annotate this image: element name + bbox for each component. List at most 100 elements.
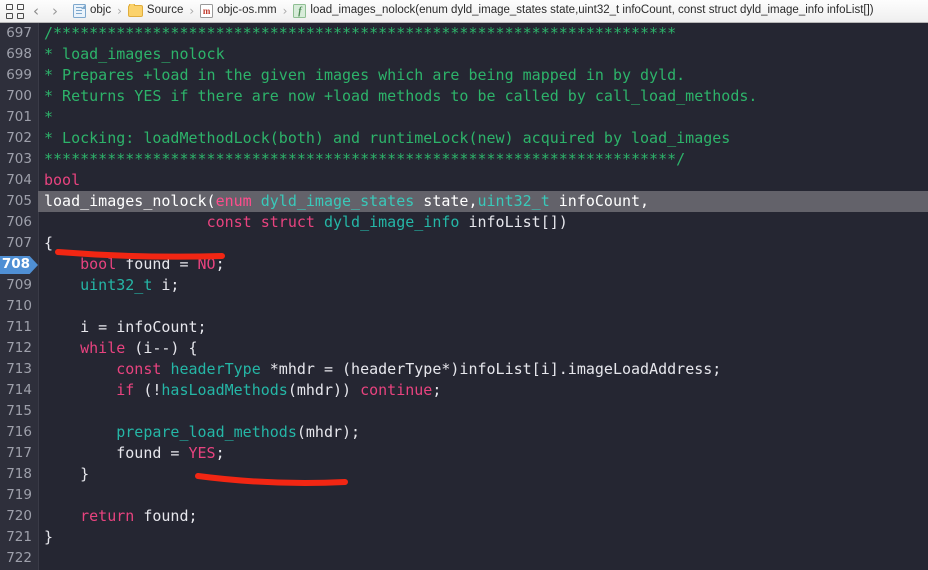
code-token-pln: (i--) { [125,339,198,357]
breadcrumb-item-function[interactable]: f load_images_nolock(enum dyld_image_sta… [292,4,874,18]
code-token-pln: infoCount, [549,192,650,210]
code-line[interactable]: 716 prepare_load_methods(mhdr); [0,422,928,443]
line-number[interactable]: 712 [0,338,32,359]
code-line-text: found = YES; [44,443,928,464]
breadcrumb-label-source: Source [146,4,184,17]
line-number[interactable]: 719 [0,485,32,506]
back-button[interactable]: ‹ [33,3,39,19]
code-line[interactable]: 700 * Returns YES if there are now +load … [0,86,928,107]
line-number[interactable]: 702 [0,128,32,149]
line-number[interactable]: 713 [0,359,32,380]
code-token-pln [44,255,80,273]
code-token-pln: (! [134,381,162,399]
line-number[interactable]: 710 [0,296,32,317]
code-line-text: bool [44,170,928,191]
code-line[interactable]: 710 [0,296,928,317]
line-number[interactable]: 707 [0,233,32,254]
code-line-text: * load_images_nolock [44,44,928,65]
line-number[interactable]: 720 [0,506,32,527]
breadcrumb-label-function: load_images_nolock(enum dyld_image_state… [310,4,874,17]
code-line[interactable]: 707 { [0,233,928,254]
code-token-fn: prepare_load_methods [116,423,297,441]
code-token-typ: dyld_image_states [260,192,415,210]
line-number[interactable]: 715 [0,401,32,422]
source-editor[interactable]: 697 /************************************… [0,23,928,570]
code-token-pln [44,381,116,399]
line-number[interactable]: 700 [0,86,32,107]
line-number[interactable]: 699 [0,65,32,86]
code-line[interactable]: 721} [0,527,928,548]
code-line[interactable]: 704 bool [0,170,928,191]
line-number[interactable]: 721 [0,527,32,548]
line-number[interactable]: 714 [0,380,32,401]
code-text-area[interactable]: 697 /************************************… [0,23,928,570]
line-number[interactable]: 705 [0,191,32,212]
code-token-pln: infoList[]) [459,213,568,231]
line-number[interactable]: 698 [0,44,32,65]
code-line-text: bool found = NO; [44,254,928,275]
code-token-pln: found = [44,444,189,462]
code-token-kw: bool [80,255,117,273]
line-number[interactable]: 722 [0,548,32,569]
code-line[interactable]: 708 bool found = NO; [0,254,928,275]
line-number[interactable]: 697 [0,23,32,44]
code-line[interactable]: 705 load_images_nolock(enum dyld_image_st… [0,191,928,212]
code-line[interactable]: 706 const struct dyld_image_info infoLis… [0,212,928,233]
code-token-cmt: * [44,108,54,126]
code-line[interactable]: 698 * load_images_nolock [0,44,928,65]
line-number[interactable]: 703 [0,149,32,170]
code-line[interactable]: 709 uint32_t i; [0,275,928,296]
breadcrumb-item-project[interactable]: objc [72,4,112,18]
forward-button[interactable]: › [52,3,58,19]
folder-icon [127,4,143,17]
code-token-cmt: * load_images_nolock [44,45,225,63]
code-line[interactable]: 711 i = infoCount; [0,317,928,338]
code-token-typ: dyld_image_info [323,213,460,231]
line-number[interactable]: 711 [0,317,32,338]
code-token-pln [315,213,324,231]
panels-toggle-icon[interactable] [6,3,24,19]
line-number[interactable]: 704 [0,170,32,191]
code-token-pln [44,276,80,294]
code-line[interactable]: 719 [0,485,928,506]
code-line[interactable]: 722 [0,548,928,569]
line-number[interactable]: 708 [0,254,30,275]
code-line[interactable]: 699 * Prepares +load in the given images … [0,65,928,86]
code-token-kw: return [80,507,135,525]
code-line-text: * Returns YES if there are now +load met… [44,86,928,107]
code-line[interactable]: 717 found = YES; [0,443,928,464]
line-number[interactable]: 718 [0,464,32,485]
code-token-pln [44,423,116,441]
code-line-text: * Prepares +load in the given images whi… [44,65,928,86]
line-number[interactable]: 716 [0,422,32,443]
code-line[interactable]: 697 /************************************… [0,23,928,44]
code-line[interactable]: 703 *************************************… [0,149,928,170]
breadcrumb-item-source[interactable]: Source [127,4,184,17]
line-number[interactable]: 709 [0,275,32,296]
code-line[interactable]: 701 * [0,107,928,128]
code-token-typ: headerType [170,360,261,378]
line-number[interactable]: 701 [0,107,32,128]
breadcrumb-item-file[interactable]: m objc-os.mm [199,4,277,18]
code-line[interactable]: 718 } [0,464,928,485]
code-line[interactable]: 713 const headerType *mhdr = (headerType… [0,359,928,380]
code-line[interactable]: 702 * Locking: loadMethodLock(both) and r… [0,128,928,149]
code-token-pln: { [44,234,54,252]
code-line-text: } [44,527,928,548]
line-number[interactable]: 717 [0,443,32,464]
objc-file-icon: m [200,4,214,18]
code-line-text: load_images_nolock(enum dyld_image_state… [44,191,928,212]
breadcrumb-separator: › [117,4,122,18]
code-line[interactable]: 720 return found; [0,506,928,527]
line-number[interactable]: 706 [0,212,32,233]
code-line-text: if (!hasLoadMethods(mhdr)) continue; [44,380,928,401]
code-line-text: /***************************************… [44,23,928,44]
code-line[interactable]: 714 if (!hasLoadMethods(mhdr)) continue; [0,380,928,401]
code-token-kw: NO [197,255,216,273]
code-line-text: while (i--) { [44,338,928,359]
code-token-pln: } [44,465,90,483]
code-token-kw: enum [215,192,252,210]
code-line[interactable]: 712 while (i--) { [0,338,928,359]
code-token-cmt: * Returns YES if there are now +load met… [44,87,758,105]
code-line[interactable]: 715 [0,401,928,422]
